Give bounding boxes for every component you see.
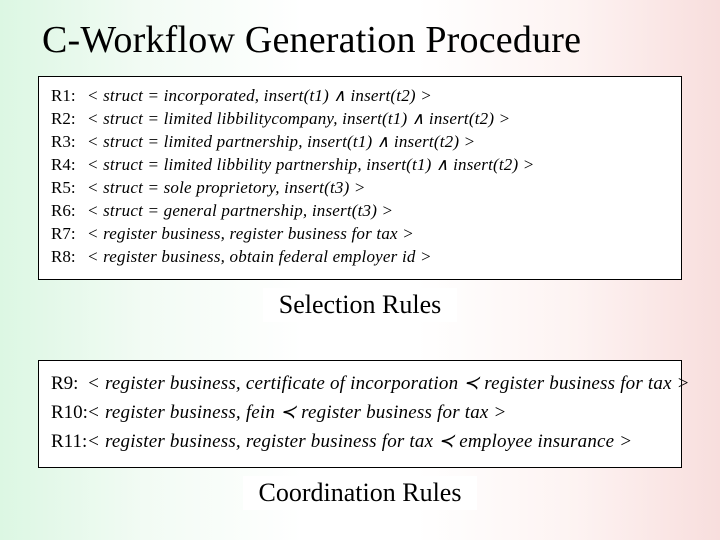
rule-row: R9: < register business, certificate of … [51,369,669,398]
rule-expr: < struct = sole proprietory, insert(t3) … [87,177,366,200]
coordination-rules-box: R9: < register business, certificate of … [38,360,682,468]
rule-label: R11: [51,427,87,456]
rule-expr: < register business, register business f… [87,427,632,456]
rule-expr: < struct = limited partnership, insert(t… [87,131,475,154]
rule-row: R11: < register business, register busin… [51,427,669,456]
rule-label: R10: [51,398,87,427]
rule-expr: < register business, obtain federal empl… [87,246,432,269]
rule-row: R10: < register business, fein ≺ registe… [51,398,669,427]
rule-expr: < struct = limited libbility partnership… [87,154,534,177]
rule-label: R6: [51,200,87,223]
rule-expr: < register business, certificate of inco… [87,369,690,398]
rule-label: R9: [51,369,87,398]
rule-expr: < register business, fein ≺ register bus… [87,398,507,427]
rule-row: R6: < struct = general partnership, inse… [51,200,669,223]
rule-row: R5: < struct = sole proprietory, insert(… [51,177,669,200]
rule-label: R2: [51,108,87,131]
rule-label: R3: [51,131,87,154]
selection-rules-caption: Selection Rules [263,288,457,322]
rule-row: R3: < struct = limited partnership, inse… [51,131,669,154]
rule-expr: < struct = general partnership, insert(t… [87,200,393,223]
selection-rules-box: R1: < struct = incorporated, insert(t1) … [38,76,682,280]
rule-expr: < struct = incorporated, insert(t1) ∧ in… [87,85,432,108]
rule-expr: < struct = limited libbilitycompany, ins… [87,108,510,131]
coordination-rules-caption: Coordination Rules [243,476,478,510]
rule-label: R5: [51,177,87,200]
rule-row: R7: < register business, register busine… [51,223,669,246]
rule-row: R8: < register business, obtain federal … [51,246,669,269]
rule-row: R2: < struct = limited libbilitycompany,… [51,108,669,131]
rule-row: R4: < struct = limited libbility partner… [51,154,669,177]
rule-expr: < register business, register business f… [87,223,414,246]
rule-label: R7: [51,223,87,246]
page-title: C-Workflow Generation Procedure [0,0,720,62]
rule-label: R4: [51,154,87,177]
rule-label: R8: [51,246,87,269]
rule-row: R1: < struct = incorporated, insert(t1) … [51,85,669,108]
rule-label: R1: [51,85,87,108]
